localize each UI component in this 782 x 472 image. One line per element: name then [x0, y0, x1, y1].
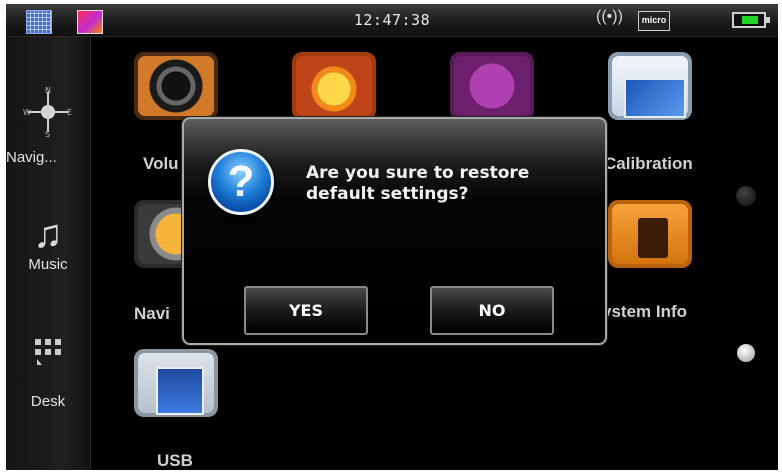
- wireless-icon: ((•)): [596, 8, 623, 25]
- status-bar: 12:47:38 ((•)) micro: [6, 4, 778, 37]
- svg-text:S: S: [45, 130, 50, 137]
- device-screen: 12:47:38 ((•)) micro N W E S Navig... ♫ …: [6, 4, 778, 470]
- navi-app-label: Navi: [134, 304, 170, 323]
- sidebar-item-desk[interactable]: Desk: [6, 337, 90, 410]
- grid-icon: [35, 339, 61, 365]
- page-indicator-dot: [736, 186, 756, 206]
- usb-app-icon[interactable]: [134, 349, 218, 417]
- sidebar: N W E S Navig... ♫ Music Desk: [6, 37, 91, 470]
- dialog-message: Are you sure to restore default settings…: [306, 163, 530, 204]
- no-button[interactable]: NO: [430, 286, 554, 335]
- sd-card-icon: micro: [638, 11, 670, 31]
- system-info-app-label: ystem Info: [602, 302, 688, 321]
- music-note-icon: ♫: [33, 212, 63, 256]
- calibration-app-icon[interactable]: [608, 52, 692, 120]
- usb-app-label: USB: [157, 451, 193, 470]
- sync-app-icon[interactable]: [450, 52, 534, 120]
- svg-text:N: N: [45, 87, 51, 95]
- sidebar-item-label: Desk: [30, 393, 66, 410]
- volume-app-label: Volu: [143, 154, 179, 173]
- yes-button[interactable]: YES: [244, 286, 368, 335]
- sidebar-item-label: Music: [28, 256, 68, 273]
- sidebar-item-navigation[interactable]: N W E S Navig...: [6, 87, 90, 166]
- page-indicator-dot-active: [737, 344, 755, 362]
- question-icon: ?: [208, 149, 274, 215]
- battery-icon: [732, 12, 770, 28]
- calibration-app-label: Calibration: [604, 154, 693, 173]
- system-info-app-icon[interactable]: [608, 200, 692, 268]
- confirm-restore-dialog: ? Are you sure to restore default settin…: [182, 117, 607, 345]
- sun-app-icon[interactable]: [292, 52, 376, 120]
- svg-text:E: E: [67, 108, 72, 117]
- svg-text:W: W: [23, 108, 31, 117]
- volume-app-icon[interactable]: [134, 52, 218, 120]
- sidebar-item-label: Navig...: [6, 149, 57, 166]
- compass-icon: N W E S: [23, 87, 72, 137]
- sidebar-item-music[interactable]: ♫ Music: [6, 212, 90, 273]
